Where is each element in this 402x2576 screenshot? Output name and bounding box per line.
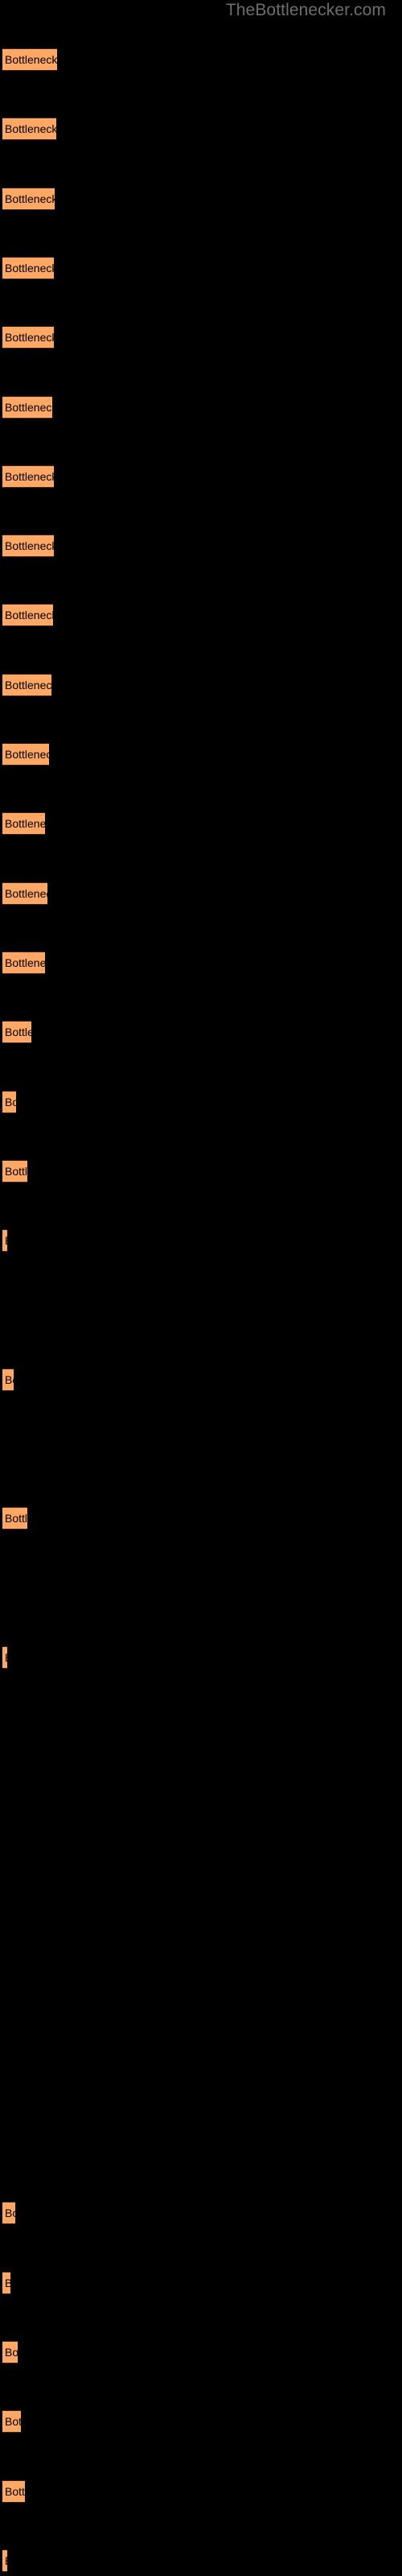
bar-row xyxy=(0,2132,402,2155)
chart-plot-area: Bottleneck result Bottleneck result Bottle… xyxy=(0,0,402,2576)
bar-16[interactable] xyxy=(2,1090,16,1113)
bar-row xyxy=(0,1785,402,1808)
bar-20[interactable] xyxy=(2,1368,14,1391)
bar-12[interactable] xyxy=(2,812,45,836)
bar-row: Bottleneck result xyxy=(0,187,402,210)
bar-clip: Bottleneck result xyxy=(2,1159,27,1183)
bar-clip: Bottleneck result xyxy=(2,395,52,419)
bottleneck-bar-chart: TheBottlenecker.com Bottleneck resultBot… xyxy=(0,0,402,2576)
bar-row: Bottleneck result xyxy=(0,673,402,696)
bar-row: Bottleneck result xyxy=(0,2340,402,2363)
bar-row: Bottleneck result xyxy=(0,1507,402,1530)
bar-clip: Bottleneck result xyxy=(2,673,51,696)
bar-clip: Bottleneck result xyxy=(2,535,54,558)
bar-37[interactable] xyxy=(2,2549,7,2572)
bar-35[interactable] xyxy=(2,2410,21,2434)
bar-22[interactable] xyxy=(2,1507,27,1530)
bar-9[interactable] xyxy=(2,604,53,627)
bar-clip: Bottleneck result xyxy=(2,951,45,974)
bar-clip: Bottleneck result xyxy=(2,1021,31,1044)
bar-clip: Bottleneck result xyxy=(2,812,45,836)
bar-clip: Bottleneck result xyxy=(2,326,54,349)
bar-clip: Bottleneck result xyxy=(2,256,54,279)
bar-clip: Bottleneck result xyxy=(2,1368,14,1391)
bar-clip: Bottleneck result xyxy=(2,118,56,141)
bar-row: Bottleneck result xyxy=(0,1021,402,1044)
bar-8[interactable] xyxy=(2,535,54,558)
bar-clip: Bottleneck result xyxy=(2,1507,27,1530)
bar-clip: Bottleneck result xyxy=(2,2479,25,2503)
bar-row: Bottleneck result xyxy=(0,48,402,71)
bar-row: Bottleneck result xyxy=(0,743,402,766)
bar-row xyxy=(0,1715,402,1738)
bar-row: Bottleneck result xyxy=(0,881,402,905)
bar-10[interactable] xyxy=(2,673,51,696)
bar-2[interactable] xyxy=(2,118,56,141)
bar-row: Bottleneck result xyxy=(0,1645,402,1669)
bar-clip: Bottleneck result xyxy=(2,187,55,210)
bar-row xyxy=(0,1577,402,1600)
bar-row: Bottleneck result xyxy=(0,2549,402,2572)
bar-15[interactable] xyxy=(2,1021,31,1044)
bar-17[interactable] xyxy=(2,1159,27,1183)
bar-row: Bottleneck result xyxy=(0,395,402,419)
bar-33[interactable] xyxy=(2,2271,10,2294)
bar-clip: Bottleneck result xyxy=(2,743,49,766)
bar-row xyxy=(0,1924,402,1946)
bar-row: Bottleneck result xyxy=(0,604,402,627)
bar-row: Bottleneck result xyxy=(0,326,402,349)
bar-clip: Bottleneck result xyxy=(2,2202,15,2225)
bar-row xyxy=(0,1438,402,1460)
bar-clip: Bottleneck result xyxy=(2,2340,18,2363)
bar-row: Bottleneck result xyxy=(0,1159,402,1183)
bar-row: Bottleneck result xyxy=(0,1368,402,1391)
bar-14[interactable] xyxy=(2,951,45,974)
bar-clip: Bottleneck result xyxy=(2,2549,7,2572)
bar-24[interactable] xyxy=(2,1645,7,1669)
bar-clip: Bottleneck result xyxy=(2,464,54,488)
bar-6[interactable] xyxy=(2,395,52,419)
bar-clip: Bottleneck result xyxy=(2,2410,21,2434)
bar-clip: Bottleneck result xyxy=(2,1645,7,1669)
bar-row: Bottleneck result xyxy=(0,1090,402,1113)
bar-row xyxy=(0,1298,402,1321)
bar-row xyxy=(0,1855,402,1877)
bar-4[interactable] xyxy=(2,256,54,279)
bar-32[interactable] xyxy=(2,2202,15,2225)
bar-clip: Bottleneck result xyxy=(2,1229,7,1253)
bar-1[interactable] xyxy=(2,48,57,71)
bar-row: Bottleneck result xyxy=(0,2479,402,2503)
bar-11[interactable] xyxy=(2,743,49,766)
bar-row: Bottleneck result xyxy=(0,2202,402,2225)
bar-clip: Bottleneck result xyxy=(2,1090,16,1113)
bar-13[interactable] xyxy=(2,881,47,905)
bar-18[interactable] xyxy=(2,1229,7,1253)
bar-row: Bottleneck result xyxy=(0,2271,402,2294)
bar-36[interactable] xyxy=(2,2479,25,2503)
bar-5[interactable] xyxy=(2,326,54,349)
bar-7[interactable] xyxy=(2,464,54,488)
bar-row: Bottleneck result xyxy=(0,951,402,974)
bar-row xyxy=(0,2063,402,2086)
bar-row: Bottleneck result xyxy=(0,256,402,279)
bar-clip: Bottleneck result xyxy=(2,2271,10,2294)
bar-34[interactable] xyxy=(2,2340,18,2363)
bar-clip: Bottleneck result xyxy=(2,48,57,71)
bar-3[interactable] xyxy=(2,187,55,210)
bar-row: Bottleneck result xyxy=(0,535,402,558)
bar-row: Bottleneck result xyxy=(0,1229,402,1253)
bar-row: Bottleneck result xyxy=(0,2410,402,2434)
bar-row: Bottleneck result xyxy=(0,118,402,141)
bar-row: Bottleneck result xyxy=(0,812,402,836)
bar-clip: Bottleneck result xyxy=(2,881,47,905)
bar-clip: Bottleneck result xyxy=(2,604,53,627)
bar-row xyxy=(0,1993,402,2016)
bar-row: Bottleneck result xyxy=(0,464,402,488)
